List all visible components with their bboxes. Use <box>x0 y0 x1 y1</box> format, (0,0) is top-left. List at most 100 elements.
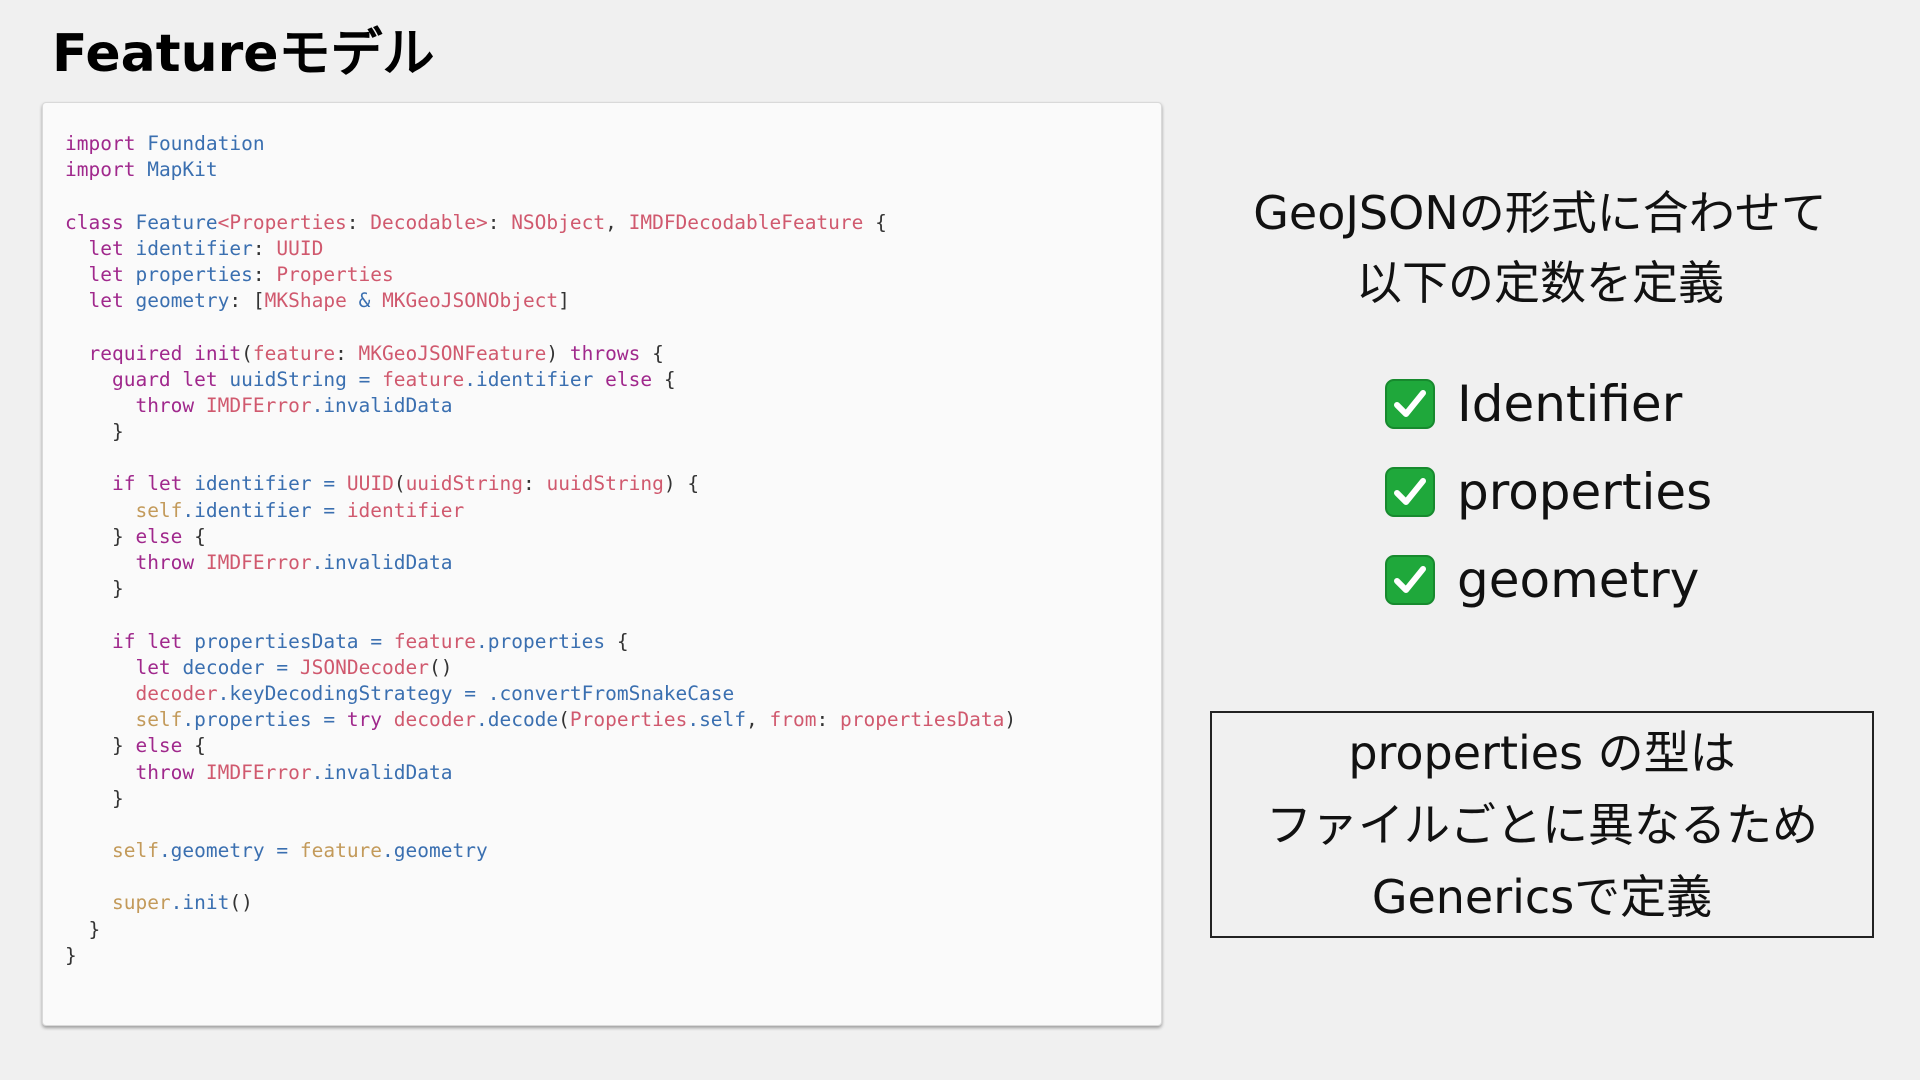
code-token: : <box>522 472 547 496</box>
code-token: .identifier <box>464 367 594 391</box>
code-line: import Foundation <box>65 131 1016 157</box>
code-token: .convertFromSnakeCase <box>487 681 735 705</box>
code-token: = <box>370 629 383 653</box>
code-token: } <box>65 420 124 444</box>
code-line: let geometry: [MKShape & MKGeoJSONObject… <box>65 288 1016 314</box>
code-token: { <box>182 734 206 758</box>
code-token: Foundation <box>147 132 265 155</box>
code-line: } else { <box>65 524 1016 550</box>
code-token: else <box>135 734 183 758</box>
code-token: ) <box>1004 708 1017 732</box>
code-token: = <box>323 472 336 496</box>
code-token: decoder <box>182 655 265 679</box>
code-token: ( <box>558 708 570 732</box>
code-token: .invalidData <box>311 760 453 784</box>
code-line: if let identifier = UUID(uuidString: uui… <box>65 471 1016 497</box>
checklist-label: geometry <box>1457 551 1700 609</box>
code-token: ( <box>241 341 253 365</box>
intro-line-1: GeoJSONの形式に合わせて <box>1253 186 1827 240</box>
code-token: uuidString <box>546 472 664 496</box>
code-token: .invalidData <box>311 551 453 574</box>
code-token: : <box>346 210 371 234</box>
code-token: .properties <box>476 629 606 653</box>
check-mark-icon <box>1385 467 1435 517</box>
code-line: throw IMDFError.invalidData <box>65 393 1016 419</box>
code-line: } <box>65 576 1016 602</box>
code-token: decoder <box>393 708 476 732</box>
code-token: , <box>746 708 770 732</box>
code-token: self <box>135 708 183 732</box>
code-token: init <box>194 341 242 365</box>
code-token: import <box>65 132 136 155</box>
code-token: .identifier <box>182 498 312 522</box>
code-token: propertiesData <box>839 708 1005 732</box>
code-token: , <box>605 210 629 234</box>
code-token: geometry <box>135 289 230 313</box>
checklist-label: properties <box>1457 463 1713 521</box>
code-token: let <box>135 655 171 679</box>
code-token: UUID <box>346 472 394 496</box>
code-line: let decoder = JSONDecoder() <box>65 655 1016 681</box>
code-line: import MapKit <box>65 157 1016 183</box>
checklist-item-properties: properties <box>1385 448 1712 536</box>
code-line: if let propertiesData = feature.properti… <box>65 629 1016 655</box>
code-token: .invalidData <box>311 393 453 417</box>
code-token: uuidString <box>405 472 523 496</box>
code-token: uuidString <box>229 367 347 391</box>
code-line: } else { <box>65 733 1016 759</box>
code-token: = <box>323 708 336 732</box>
intro-line-2: 以下の定数を定義 <box>1356 256 1724 310</box>
code-token: JSONDecoder <box>299 655 430 679</box>
code-line: } <box>65 419 1016 445</box>
intro-text: GeoJSONの形式に合わせて 以下の定数を定義 <box>1180 178 1900 318</box>
code-token: self <box>111 839 159 863</box>
code-token: : <box>487 210 512 234</box>
code-token: Properties <box>276 262 394 286</box>
code-token: UUID <box>276 236 324 260</box>
checklist-label: Identifier <box>1457 375 1683 433</box>
code-token: { <box>182 524 206 548</box>
check-mark-icon <box>1385 379 1435 429</box>
code-token: } <box>65 786 124 810</box>
code-token: < <box>217 210 230 234</box>
code-token: () <box>229 891 253 915</box>
code-token: () <box>429 655 453 679</box>
code-token: : <box>816 708 840 732</box>
code-token: feature <box>382 367 465 391</box>
code-token: .init <box>170 891 230 915</box>
code-token: = <box>276 655 289 679</box>
code-token: : [ <box>229 289 265 313</box>
code-token: > <box>475 210 488 234</box>
code-token: let <box>88 236 124 260</box>
code-token: guard <box>111 367 171 391</box>
code-token: .decode <box>475 708 559 732</box>
code-token: IMDFError <box>205 393 312 417</box>
code-line: self.identifier = identifier <box>65 498 1016 524</box>
code-token: { <box>652 367 676 391</box>
code-token: propertiesData <box>194 629 359 653</box>
code-token: .keyDecodingStrategy <box>217 681 453 705</box>
